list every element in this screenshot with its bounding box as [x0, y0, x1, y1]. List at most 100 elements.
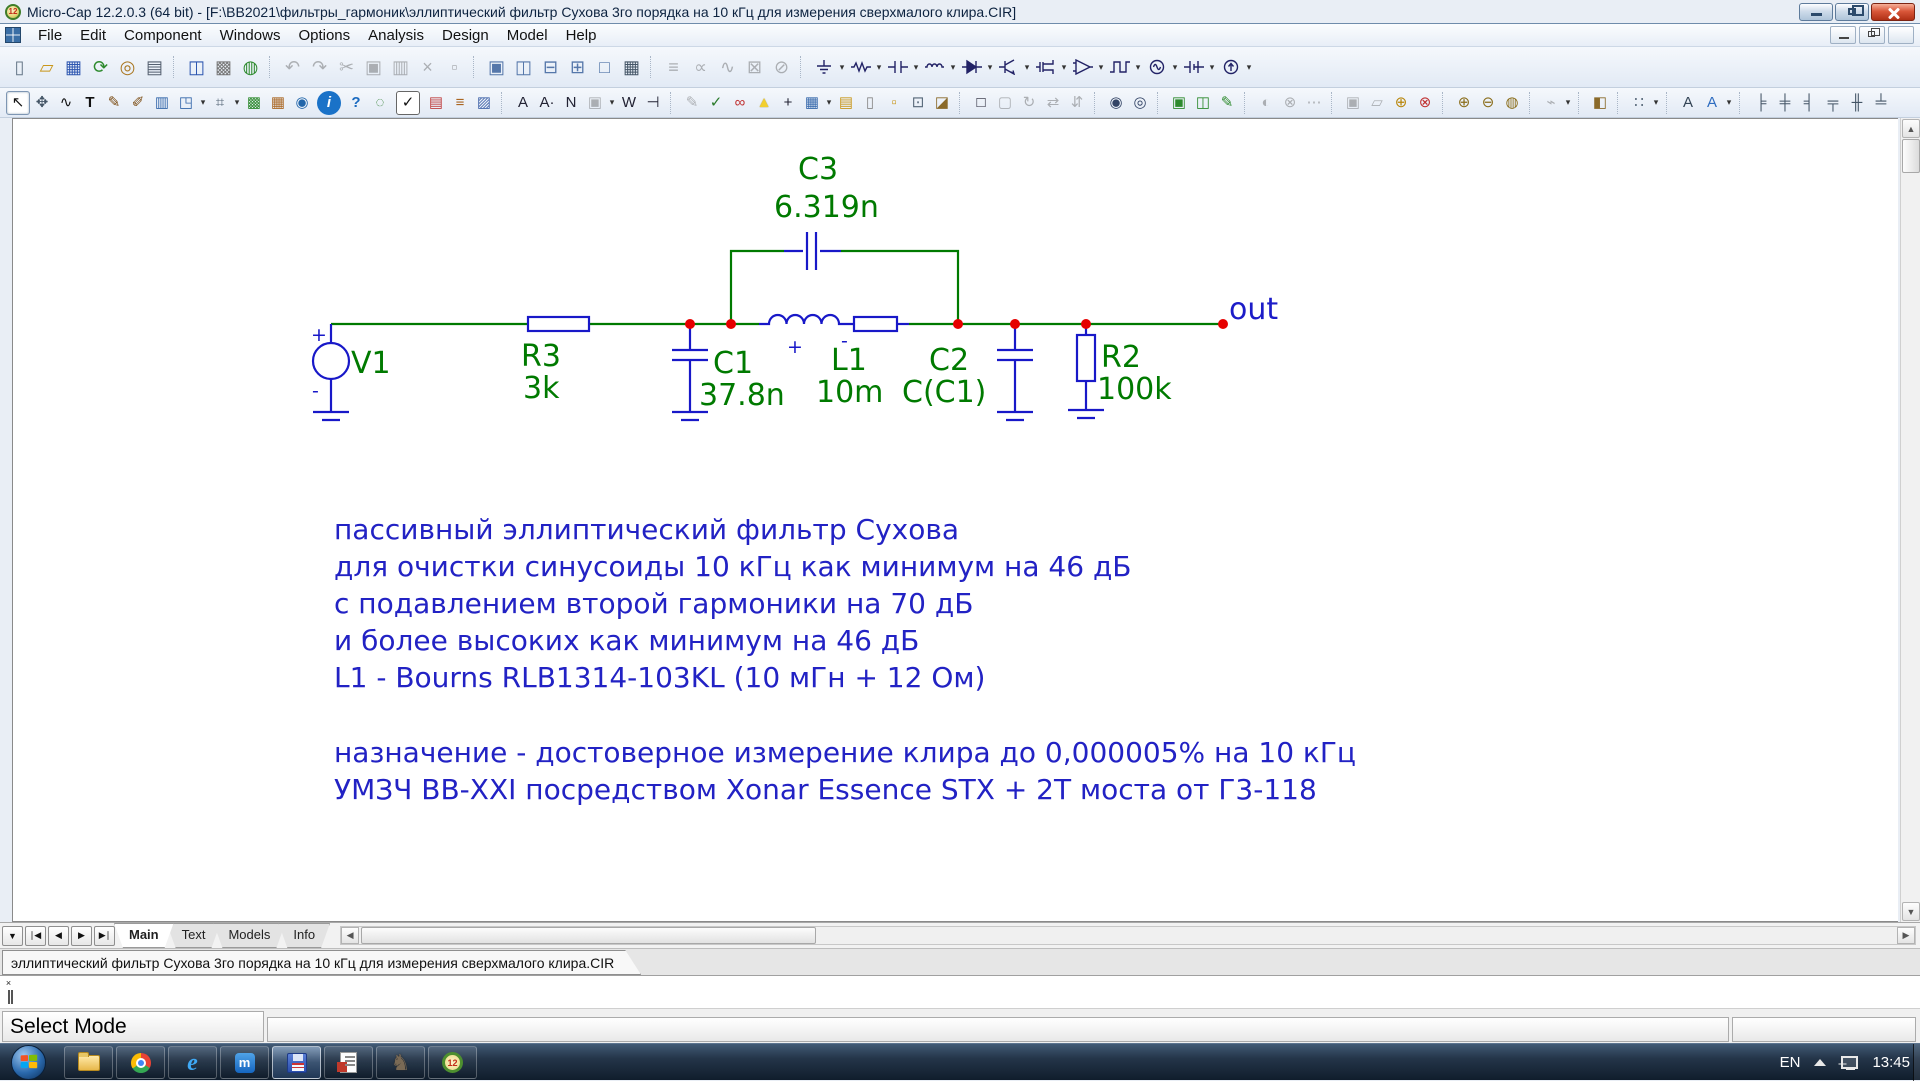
polygon-mode-icon[interactable]: ✐ — [126, 91, 150, 115]
grid-toggle-dropdown-icon[interactable]: ▾ — [824, 97, 834, 108]
close-button[interactable] — [1871, 3, 1915, 21]
tabs-menu-button[interactable]: ▼ — [2, 926, 23, 946]
zoom-out-icon[interactable]: ⊖ — [1476, 91, 1500, 115]
verify-wiring-icon[interactable]: ✓ — [704, 91, 728, 115]
minimize-button[interactable] — [1799, 3, 1833, 21]
find-repeat-icon[interactable]: A· — [535, 91, 559, 115]
align-middle-icon[interactable]: ╫ — [1845, 91, 1869, 115]
diode-icon[interactable] — [958, 54, 985, 81]
image-tool-icon[interactable]: ▩ — [242, 91, 266, 115]
diode-dropdown-icon[interactable]: ▾ — [985, 62, 995, 73]
battery-icon[interactable] — [1180, 54, 1207, 81]
paste-special-dropdown-icon[interactable]: ▾ — [607, 97, 617, 108]
spreadsheet-icon[interactable]: ▦ — [266, 91, 290, 115]
taskbar-explorer[interactable] — [64, 1046, 113, 1079]
sheet-tab-main[interactable]: Main — [114, 923, 174, 948]
line-mode-icon[interactable]: ✎ — [102, 91, 126, 115]
menu-model[interactable]: Model — [498, 25, 557, 46]
shape-editor-icon[interactable]: ▩ — [210, 54, 237, 81]
mdi-restore-button[interactable] — [1859, 26, 1885, 44]
inductor-icon[interactable] — [921, 54, 948, 81]
tabs-prev-button[interactable]: ◀ — [48, 926, 69, 946]
calculator-icon[interactable]: ▦ — [618, 54, 645, 81]
font-color-dropdown-icon[interactable]: ▾ — [1724, 97, 1734, 108]
horizontal-scroll-thumb[interactable] — [361, 927, 816, 944]
save-file-icon[interactable]: ▦ — [60, 54, 87, 81]
checkbox-tool-icon[interactable]: ✓ — [396, 91, 420, 115]
current-source-dropdown-icon[interactable]: ▾ — [1244, 62, 1254, 73]
tabs-first-button[interactable]: ∣◀ — [25, 926, 46, 946]
cascade-windows-icon[interactable]: ▣ — [483, 54, 510, 81]
taskbar-document[interactable] — [324, 1046, 373, 1079]
watch-node-icon[interactable]: W — [617, 91, 641, 115]
font-icon[interactable]: A — [1676, 91, 1700, 115]
find-text-icon[interactable]: A — [511, 91, 535, 115]
mdi-minimize-button[interactable] — [1830, 26, 1856, 44]
clipboard-shapes-icon[interactable]: ◳ — [174, 91, 198, 115]
align-right-icon[interactable]: ╡ — [1797, 91, 1821, 115]
start-button[interactable] — [11, 1045, 46, 1080]
taskbar-microcap-file[interactable] — [272, 1046, 321, 1079]
edit-source-icon[interactable]: ✎ — [1215, 91, 1239, 115]
properties-icon[interactable]: ◪ — [930, 91, 954, 115]
inductor-dropdown-icon[interactable]: ▾ — [948, 62, 958, 73]
text-dock-panel[interactable]: × — [0, 975, 1920, 1008]
select-mode-icon[interactable]: ↖ — [6, 91, 30, 115]
tile-vertical-icon[interactable]: ◫ — [510, 54, 537, 81]
ground-icon[interactable] — [810, 54, 837, 81]
nmos-transistor-icon[interactable] — [1032, 54, 1059, 81]
pulse-source-icon[interactable] — [1106, 54, 1133, 81]
find-component-icon[interactable]: ◉ — [1104, 91, 1128, 115]
mdi-close-button[interactable] — [1888, 26, 1914, 44]
annotate-icon[interactable]: ◉ — [290, 91, 314, 115]
taskbar-chrome[interactable] — [116, 1046, 165, 1079]
resistor-icon[interactable] — [847, 54, 874, 81]
new-file-icon[interactable]: ▯ — [6, 54, 33, 81]
restore-button[interactable] — [1835, 3, 1869, 21]
schematic-canvas[interactable]: C3 6.319n V1 R3 3k C1 37.8n L1 10m C2 C(… — [12, 118, 1898, 922]
battery-dropdown-icon[interactable]: ▾ — [1207, 62, 1217, 73]
find-node-icon[interactable]: N — [559, 91, 583, 115]
sine-source-icon[interactable] — [1143, 54, 1170, 81]
select-area-icon[interactable]: ⊡ — [906, 91, 930, 115]
flip-page-icon[interactable]: ◧ — [1588, 91, 1612, 115]
pulse-source-dropdown-icon[interactable]: ▾ — [1133, 62, 1143, 73]
print-icon[interactable]: ▤ — [141, 54, 168, 81]
web-icon[interactable]: ◍ — [237, 54, 264, 81]
ground-dropdown-icon[interactable]: ▾ — [837, 62, 847, 73]
model-doc-icon[interactable]: ▤ — [834, 91, 858, 115]
align-left-icon[interactable]: ╞ — [1749, 91, 1773, 115]
box-tool-icon[interactable]: □ — [969, 91, 993, 115]
find-file-icon[interactable]: ◎ — [114, 54, 141, 81]
flow-mode-dropdown-icon[interactable]: ▾ — [232, 97, 242, 108]
text-mode-icon[interactable]: T — [78, 91, 102, 115]
npn-transistor-dropdown-icon[interactable]: ▾ — [1022, 62, 1032, 73]
warning-icon[interactable]: ▲ — [752, 91, 776, 115]
sheet-tab-models[interactable]: Models — [213, 923, 285, 948]
component-panel-icon[interactable]: ◫ — [183, 54, 210, 81]
overlap-windows-icon[interactable]: ⊞ — [564, 54, 591, 81]
language-indicator[interactable]: EN — [1780, 1054, 1801, 1071]
opamp-icon[interactable] — [1069, 54, 1096, 81]
vertical-scrollbar[interactable]: ▲ ▼ — [1900, 118, 1920, 922]
scroll-up-button[interactable]: ▲ — [1902, 119, 1920, 138]
probe-mode-dropdown-icon[interactable]: ▾ — [1563, 97, 1573, 108]
grid-toggle-icon[interactable]: ▦ — [800, 91, 824, 115]
pin-connect-icon[interactable]: ⊣ — [641, 91, 665, 115]
move-tool-icon[interactable]: + — [776, 91, 800, 115]
link-mode-icon[interactable]: ◌ — [368, 91, 392, 115]
align-center-icon[interactable]: ╪ — [1773, 91, 1797, 115]
menu-help[interactable]: Help — [557, 25, 606, 46]
dot-grid-icon[interactable]: ∷ — [1627, 91, 1651, 115]
menu-component[interactable]: Component — [115, 25, 211, 46]
menu-windows[interactable]: Windows — [211, 25, 290, 46]
delete-page-icon[interactable]: ⊗ — [1413, 91, 1437, 115]
npn-transistor-icon[interactable] — [995, 54, 1022, 81]
dot-grid-dropdown-icon[interactable]: ▾ — [1651, 97, 1661, 108]
vertical-scroll-thumb[interactable] — [1902, 139, 1920, 173]
localize-models-icon[interactable]: ◫ — [1191, 91, 1215, 115]
add-page-icon[interactable]: ⊕ — [1389, 91, 1413, 115]
tabs-last-button[interactable]: ▶∣ — [94, 926, 115, 946]
menu-analysis[interactable]: Analysis — [359, 25, 433, 46]
clipboard-shapes-dropdown-icon[interactable]: ▾ — [198, 97, 208, 108]
